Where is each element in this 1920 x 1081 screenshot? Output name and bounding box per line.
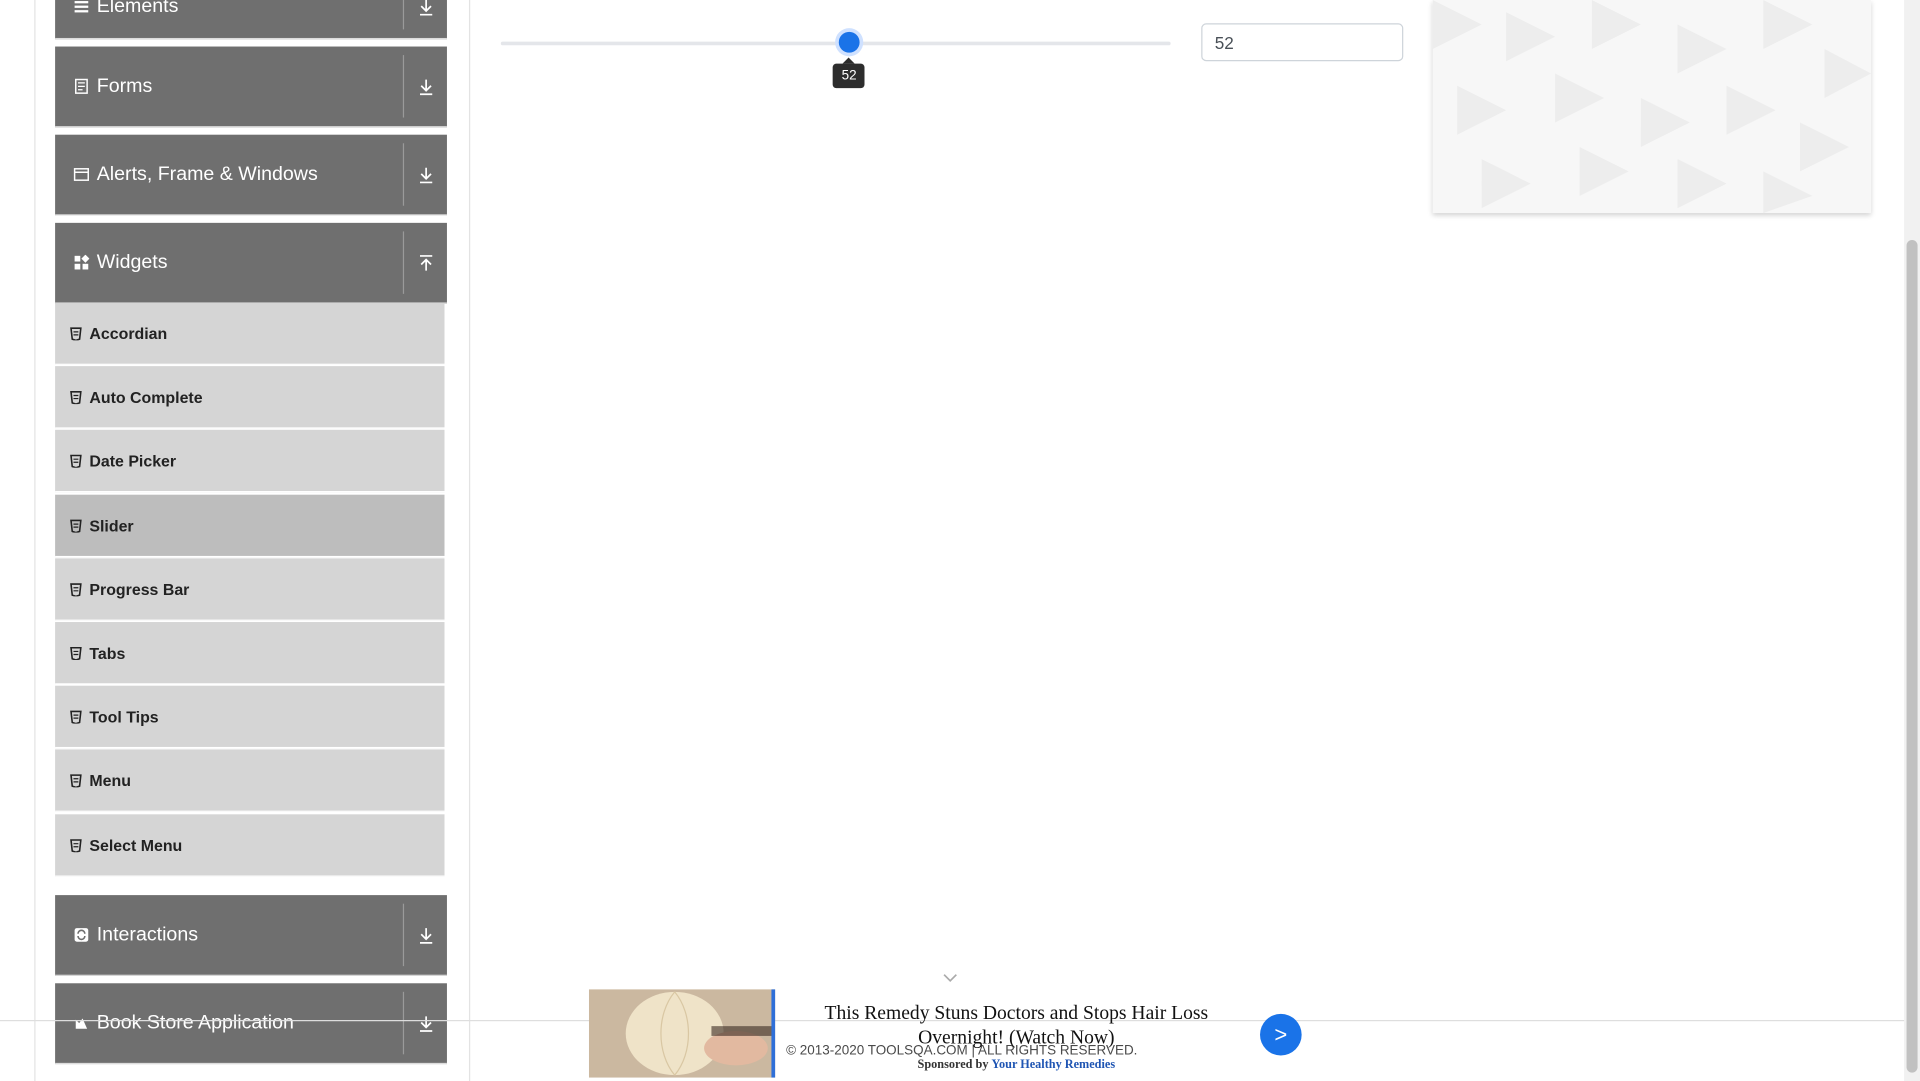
nav-group-elements[interactable]: Elements bbox=[55, 0, 447, 40]
sidebar-item-label: Slider bbox=[89, 516, 134, 535]
interactions-icon bbox=[74, 928, 89, 942]
ad-next-button[interactable]: > bbox=[1260, 1013, 1302, 1056]
sidebar-item-auto-complete[interactable]: Auto Complete bbox=[55, 366, 445, 429]
item-icon bbox=[70, 773, 82, 787]
expand-icon[interactable] bbox=[404, 895, 447, 975]
expand-icon[interactable] bbox=[404, 983, 447, 1063]
nav-group-alerts[interactable]: Alerts, Frame & Windows bbox=[55, 134, 447, 216]
sidebar-item-label: Menu bbox=[89, 770, 131, 790]
nav-group-label: Interactions bbox=[96, 923, 199, 945]
advertisement-box[interactable] bbox=[1432, 0, 1872, 214]
slider-value-tooltip: 52 bbox=[833, 63, 866, 89]
nav-group-label: Widgets bbox=[96, 251, 168, 273]
item-icon bbox=[70, 326, 82, 340]
forms-icon bbox=[75, 78, 88, 94]
sidebar-item-progress-bar[interactable]: Progress Bar bbox=[55, 558, 445, 621]
chevron-down-icon[interactable] bbox=[942, 972, 959, 984]
nav-group-book-store[interactable]: Book Store Application bbox=[55, 983, 447, 1065]
ad-sponsor-name[interactable]: Your Healthy Remedies bbox=[992, 1058, 1116, 1071]
nav-group-label: Book Store Application bbox=[96, 1012, 294, 1033]
ad-sponsor: Sponsored by Your Healthy Remedies bbox=[784, 1058, 1249, 1071]
nav-group-label: Alerts, Frame & Windows bbox=[96, 163, 318, 185]
item-icon bbox=[70, 710, 82, 724]
sidebar-item-label: Auto Complete bbox=[89, 387, 203, 406]
range-slider-handle[interactable] bbox=[838, 31, 860, 53]
left-panel-border bbox=[34, 0, 36, 1081]
sidebar-item-label: Tabs bbox=[89, 643, 126, 662]
sidebar-item-accordian[interactable]: Accordian bbox=[55, 302, 445, 365]
ad-pattern bbox=[1432, 0, 1872, 214]
nav-group-label: Elements bbox=[96, 0, 179, 17]
range-slider-track[interactable] bbox=[500, 41, 1171, 46]
item-icon bbox=[70, 646, 82, 660]
sidebar-item-label: Accordian bbox=[89, 323, 168, 343]
item-icon bbox=[70, 454, 82, 468]
elements-icon bbox=[74, 1, 89, 13]
ad-image[interactable] bbox=[588, 989, 776, 1078]
expand-icon[interactable] bbox=[404, 47, 447, 127]
sidebar-item-date-picker[interactable]: Date Picker bbox=[55, 429, 445, 493]
widgets-icon bbox=[74, 254, 90, 270]
ad-headline[interactable]: This Remedy Stuns Doctors and Stops Hair… bbox=[784, 1002, 1249, 1051]
sidebar-item-slider[interactable]: Slider bbox=[55, 494, 445, 558]
sidebar-item-tabs[interactable]: Tabs bbox=[55, 622, 445, 685]
item-icon bbox=[70, 519, 82, 533]
nav-group-label: Forms bbox=[96, 75, 153, 97]
item-icon bbox=[70, 582, 82, 596]
scrollbar-thumb[interactable] bbox=[1906, 240, 1918, 1073]
sidebar-item-label: Progress Bar bbox=[89, 579, 190, 599]
sidebar-item-label: Tool Tips bbox=[89, 707, 159, 726]
sidebar-item-label: Select Menu bbox=[89, 835, 183, 855]
collapse-icon[interactable] bbox=[404, 223, 447, 303]
item-icon bbox=[70, 390, 82, 404]
item-icon bbox=[70, 838, 82, 852]
nav-group-forms[interactable]: Forms bbox=[55, 46, 447, 128]
sidebar-item-menu[interactable]: Menu bbox=[55, 749, 445, 812]
expand-icon[interactable] bbox=[404, 135, 447, 215]
sidebar-item-tool-tips[interactable]: Tool Tips bbox=[55, 685, 445, 749]
nav-group-widgets[interactable]: Widgets bbox=[55, 222, 447, 304]
sidebar-item-select-menu[interactable]: Select Menu bbox=[55, 814, 445, 877]
nav-group-interactions[interactable]: Interactions bbox=[55, 895, 447, 976]
sidebar-item-label: Date Picker bbox=[89, 451, 177, 470]
expand-icon[interactable] bbox=[404, 0, 447, 38]
ad-sponsor-prefix: Sponsored by bbox=[917, 1057, 989, 1072]
ad-accent-bar bbox=[771, 989, 776, 1078]
book-store-icon bbox=[75, 1018, 88, 1029]
content-divider bbox=[468, 0, 471, 1081]
slider-value-input[interactable] bbox=[1201, 23, 1404, 62]
window-icon bbox=[73, 168, 89, 181]
